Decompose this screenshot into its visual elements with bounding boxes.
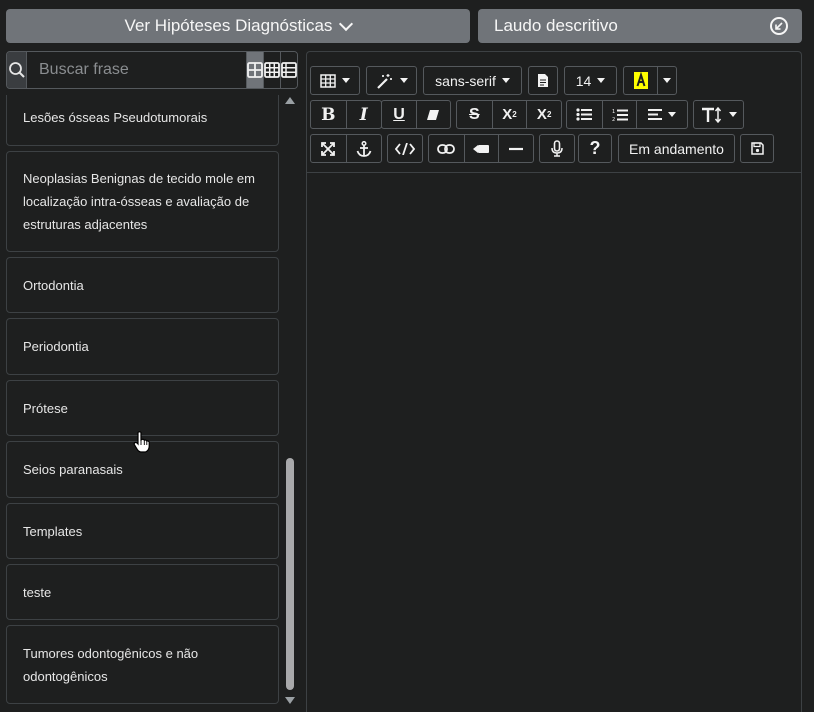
highlight-color-dropdown[interactable] [657,66,677,95]
caret-down-icon [663,78,671,83]
caret-down-icon [668,112,677,117]
phrase-card-label: Periodontia [23,339,89,354]
caret-down-icon [399,78,408,83]
caret-down-icon [501,78,510,83]
phrase-card[interactable]: Ortodontia [6,257,279,313]
caret-down-icon [728,112,737,117]
microphone-button[interactable] [539,134,575,163]
font-size-value: 14 [575,72,592,89]
phrase-card[interactable]: Tumores odontogênicos e não odontogênico… [6,625,279,704]
table-button[interactable] [310,66,360,95]
microphone-icon [551,140,563,157]
phrase-card[interactable]: Neoplasias Benignas de tecido mole em lo… [6,151,279,252]
phrase-card-label: Prótese [23,400,68,416]
scroll-down-arrow-icon[interactable] [285,697,295,704]
style-magic-button[interactable] [366,66,417,95]
highlight-color-icon [633,72,648,89]
align-button[interactable] [636,101,687,128]
font-family-select[interactable]: sans-serif [423,66,522,95]
phrase-card-label: teste [23,584,52,600]
svg-text:2: 2 [612,117,615,122]
status-button[interactable]: Em andamento [618,134,735,163]
phrase-search-bar [6,51,298,89]
phrase-card[interactable]: teste [6,564,279,620]
bold-italic-group: B I [310,100,382,129]
phrase-card[interactable]: Prótese [6,380,279,436]
caret-down-icon [342,78,350,83]
laudo-descritivo-label: Laudo descritivo [494,16,618,35]
font-size-select[interactable]: 14 [564,66,617,95]
svg-text:1: 1 [612,109,615,115]
view-grid-small-button[interactable] [263,52,280,88]
document-button[interactable] [528,66,558,95]
view-grid-large-button[interactable] [246,52,263,88]
code-icon [395,142,415,155]
ver-hipoteses-label: Ver Hipóteses Diagnósticas [124,16,333,35]
text-height-button[interactable] [693,100,744,129]
grid-small-icon [264,62,280,78]
fullscreen-icon[interactable] [311,135,346,162]
chevron-down-icon [339,16,354,31]
editor-content-area[interactable] [307,173,801,712]
text-height-icon [701,106,721,123]
horizontal-rule-icon[interactable] [498,135,533,162]
phrase-card-label: Templates [23,523,83,539]
view-list-button[interactable] [280,52,297,88]
save-button[interactable] [740,134,774,163]
highlight-color-button[interactable] [623,66,657,95]
superscript-icon[interactable]: X2 [491,101,527,128]
search-icon[interactable] [7,52,27,88]
strike-script-group: S X2 X2 [456,100,562,129]
phrase-card-label: Lesões ósseas Pseudotumorais [23,110,208,125]
phrase-card-label: Ortodontia [23,277,84,293]
caret-down-icon [597,78,606,83]
phrase-card-label: Seios paranasais [23,462,123,477]
font-family-value: sans-serif [435,72,496,89]
insert-group [428,134,534,163]
document-icon [538,74,548,87]
anchor-icon[interactable] [345,135,382,162]
underline-icon[interactable]: U [382,101,416,128]
save-icon [750,142,764,155]
fullscreen-anchor-group [310,134,382,163]
video-icon[interactable] [463,135,499,162]
italic-icon[interactable]: I [345,101,382,128]
subscript-icon[interactable]: X2 [526,101,561,128]
hand-pointer-cursor-icon [133,431,151,458]
question-mark-icon: ? [589,138,601,158]
ver-hipoteses-button[interactable]: Ver Hipóteses Diagnósticas [6,9,470,43]
list-view-icon [281,62,297,78]
scroll-up-arrow-icon[interactable] [285,97,295,104]
code-view-button[interactable] [387,134,423,163]
status-label: Em andamento [629,140,724,157]
align-left-icon [648,109,663,120]
underline-clear-group: U [381,100,451,129]
strikethrough-icon[interactable]: S [457,101,492,128]
search-input[interactable] [27,52,246,88]
eraser-icon[interactable] [415,101,450,128]
list-align-group: 12 [566,100,688,129]
phrase-card-label: Neoplasias Benignas de tecido mole em lo… [23,171,255,232]
magic-wand-icon [376,73,392,89]
numbered-list-icon[interactable]: 12 [601,101,637,128]
arrow-down-left-circle-icon [770,17,788,35]
phrase-card-label: Tumores odontogênicos e não odontogênico… [23,645,199,684]
phrase-card[interactable]: Periodontia [6,318,279,375]
grid-large-icon [247,62,263,78]
laudo-descritivo-button[interactable]: Laudo descritivo [478,9,802,43]
link-icon[interactable] [429,135,464,162]
table-icon [320,73,336,88]
bullet-list-icon[interactable] [567,101,602,128]
bold-icon[interactable]: B [311,101,346,128]
phrase-list: Lesões ósseas Pseudotumorais Neoplasias … [6,95,280,712]
phrase-card[interactable]: Templates [6,503,279,559]
scrollbar-thumb[interactable] [286,458,294,690]
phrase-list-scrollbar[interactable] [285,95,295,712]
help-button[interactable]: ? [578,134,612,163]
report-editor: sans-serif 14 B I U S X2 X2 12 ? Em anda… [306,51,802,712]
phrase-card[interactable]: Lesões ósseas Pseudotumorais [6,95,279,146]
